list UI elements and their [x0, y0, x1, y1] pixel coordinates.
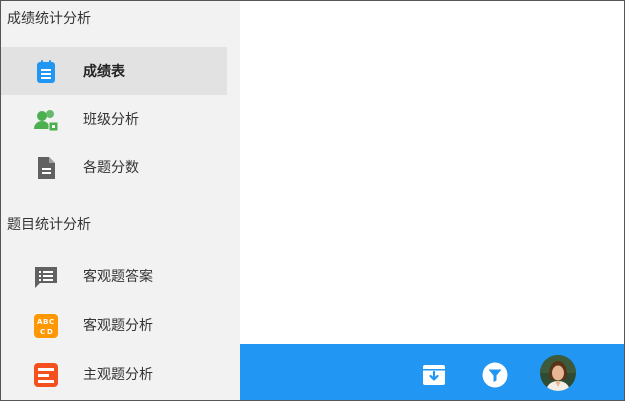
- svg-text:B: B: [43, 318, 48, 326]
- sidebar-item-label: 客观题答案: [83, 269, 153, 285]
- svg-text:C: C: [49, 318, 54, 326]
- sidebar-item-label: 各题分数: [83, 160, 139, 176]
- document-icon: [38, 157, 55, 179]
- avatar[interactable]: [540, 355, 576, 391]
- sidebar-item-objective-analysis[interactable]: A B C C D 客观题分析: [1, 301, 227, 349]
- section-title-score-analysis: 成绩统计分析: [7, 11, 91, 27]
- notepad-icon: [37, 60, 55, 83]
- sidebar-item-class-analysis[interactable]: 班级分析: [1, 95, 227, 143]
- list-comment-icon: [35, 267, 57, 288]
- bottom-toolbar: [240, 344, 624, 400]
- sidebar-item-label: 客观题分析: [83, 318, 153, 334]
- abcd-icon: A B C C D: [34, 314, 58, 338]
- sidebar-item-subjective-analysis[interactable]: 主观题分析: [1, 350, 227, 398]
- sidebar-item-label: 班级分析: [83, 112, 139, 128]
- archive-download-icon[interactable]: [421, 362, 447, 388]
- users-icon: [34, 110, 59, 132]
- section-title-question-analysis: 题目统计分析: [7, 217, 91, 233]
- sidebar-item-label: 成绩表: [83, 64, 125, 80]
- sidebar-item-question-scores[interactable]: 各题分数: [1, 143, 227, 191]
- svg-text:C: C: [40, 328, 45, 336]
- svg-text:D: D: [47, 328, 53, 336]
- main-content: [240, 1, 624, 344]
- filter-icon[interactable]: [482, 362, 508, 388]
- sidebar-item-label: 主观题分析: [83, 367, 153, 383]
- sidebar-item-objective-answers[interactable]: 客观题答案: [1, 252, 227, 300]
- user-photo-icon: [540, 355, 576, 391]
- form-lines-icon: [34, 363, 58, 387]
- sidebar-item-score-table[interactable]: 成绩表: [1, 47, 227, 95]
- sidebar: 成绩统计分析 成绩表 班级分析 各题分数 题目统计分析 客观题答案 A B C …: [1, 1, 240, 400]
- app-window: 成绩统计分析 成绩表 班级分析 各题分数 题目统计分析 客观题答案 A B C …: [0, 0, 625, 401]
